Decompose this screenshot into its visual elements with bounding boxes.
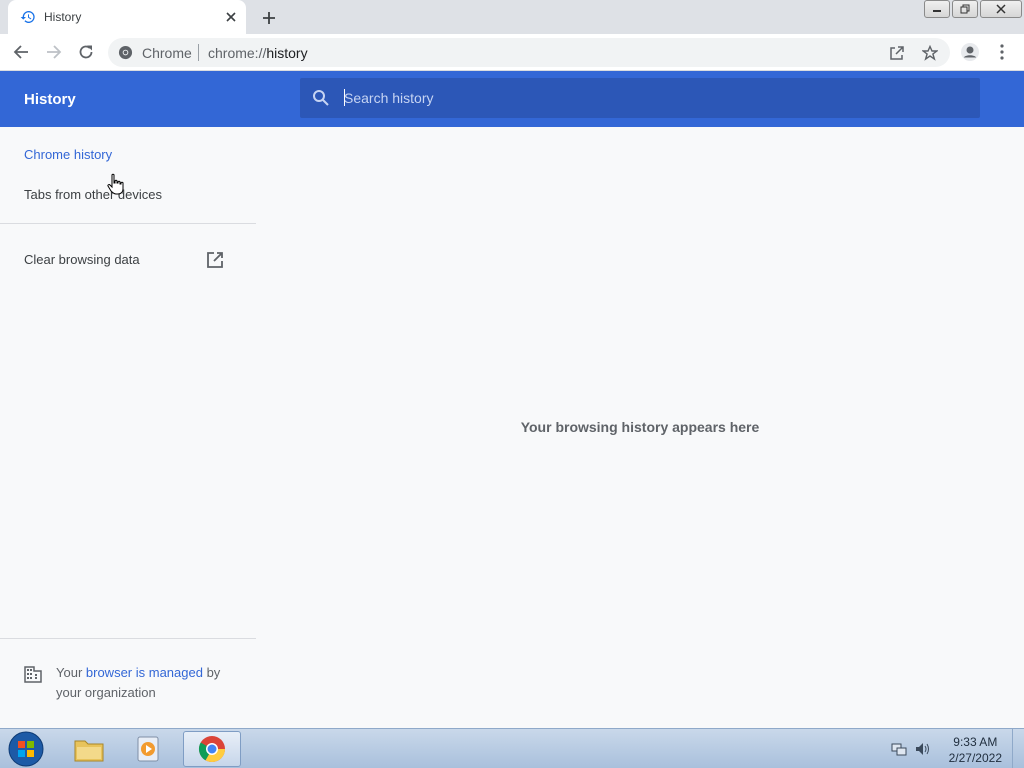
tab-history[interactable]: History xyxy=(8,0,246,34)
restore-icon xyxy=(960,4,970,14)
search-box[interactable] xyxy=(300,78,980,118)
url-text: chrome://history xyxy=(208,45,308,61)
menu-button[interactable] xyxy=(990,40,1014,64)
reload-button[interactable] xyxy=(74,40,98,64)
sidebar: Chrome history Tabs from other devices C… xyxy=(0,127,256,728)
profile-button[interactable] xyxy=(958,40,982,64)
arrow-left-icon xyxy=(13,45,28,59)
reload-icon xyxy=(79,45,93,59)
text-caret xyxy=(344,89,345,106)
search-input[interactable] xyxy=(344,87,944,109)
omnibox-divider xyxy=(198,44,199,61)
clear-browsing-data-link[interactable]: Clear browsing data xyxy=(24,252,140,267)
forward-button[interactable] xyxy=(42,40,66,64)
browser-toolbar: Chrome chrome://history xyxy=(0,34,1024,71)
chrome-icon xyxy=(198,736,226,763)
close-window-button[interactable] xyxy=(980,0,1022,18)
history-header: History xyxy=(0,71,1024,127)
windows-logo-icon xyxy=(8,731,44,767)
new-tab-button[interactable] xyxy=(258,7,280,29)
share-icon xyxy=(890,46,904,60)
sidebar-item-chrome-history[interactable]: Chrome history xyxy=(24,147,112,162)
window-controls xyxy=(924,0,1022,18)
media-player-icon xyxy=(137,736,159,762)
folder-icon xyxy=(74,740,104,762)
managed-link[interactable]: browser is managed xyxy=(86,665,203,680)
tab-strip: History xyxy=(0,0,1024,34)
page-title: History xyxy=(24,91,76,108)
network-icon[interactable] xyxy=(891,741,907,757)
clock-date: 2/27/2022 xyxy=(948,751,1002,765)
hand-cursor-icon xyxy=(107,173,124,195)
site-label: Chrome xyxy=(142,45,192,61)
restore-button[interactable] xyxy=(952,0,978,18)
system-clock[interactable]: 9:33 AM 2/27/2022 xyxy=(949,734,1002,766)
clock-time: 9:33 AM xyxy=(953,735,998,749)
managed-prefix: Your xyxy=(56,665,86,680)
tab-close-button[interactable] xyxy=(222,8,240,26)
url-scheme: chrome:// xyxy=(208,45,267,61)
plus-icon xyxy=(263,12,275,24)
kebab-menu-icon xyxy=(1000,44,1004,60)
chrome-logo-icon xyxy=(118,45,133,60)
tab-title: History xyxy=(44,10,82,24)
sidebar-item-tabs-other-devices[interactable]: Tabs from other devices xyxy=(24,187,162,202)
open-in-new-icon[interactable] xyxy=(206,251,224,269)
sidebar-divider xyxy=(0,638,256,639)
close-icon xyxy=(996,4,1006,14)
managed-notice: Your browser is managed by your organiza… xyxy=(56,663,246,703)
share-button[interactable] xyxy=(886,42,908,64)
address-bar[interactable]: Chrome chrome://history xyxy=(108,38,950,67)
minimize-button[interactable] xyxy=(924,0,950,18)
bookmark-button[interactable] xyxy=(919,42,941,64)
building-icon xyxy=(24,666,42,683)
volume-icon[interactable] xyxy=(915,741,931,757)
arrow-right-icon xyxy=(47,45,62,59)
taskbar: 9:33 AM 2/27/2022 xyxy=(0,728,1024,768)
show-desktop-button[interactable] xyxy=(1012,729,1024,768)
profile-icon xyxy=(961,43,979,61)
back-button[interactable] xyxy=(9,40,33,64)
sidebar-divider xyxy=(0,223,256,224)
search-icon xyxy=(313,90,329,106)
minimize-icon xyxy=(933,10,941,12)
star-icon xyxy=(922,45,938,61)
start-button[interactable] xyxy=(6,731,46,767)
close-icon xyxy=(226,12,236,22)
taskbar-file-explorer[interactable] xyxy=(60,731,118,767)
history-icon xyxy=(20,11,35,23)
empty-history-message: Your browsing history appears here xyxy=(520,419,760,435)
taskbar-chrome[interactable] xyxy=(183,731,241,767)
url-path: history xyxy=(266,45,308,61)
taskbar-media-player[interactable] xyxy=(120,731,178,767)
